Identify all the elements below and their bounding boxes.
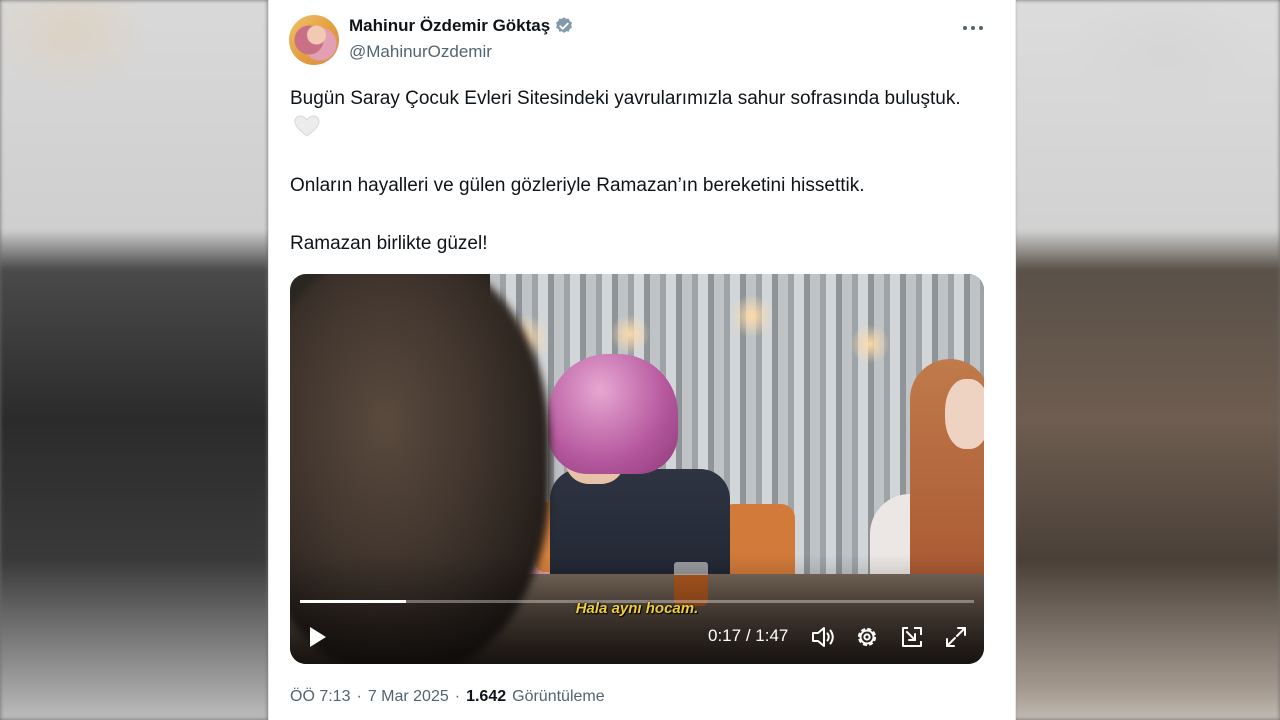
more-options-icon[interactable] xyxy=(961,18,985,38)
volume-icon xyxy=(812,627,834,647)
avatar[interactable] xyxy=(289,15,339,65)
white-heart-emoji xyxy=(294,115,320,137)
picture-in-picture-button[interactable] xyxy=(899,624,925,650)
tweet-paragraph-1: Bugün Saray Çocuk Evleri Sitesindeki yav… xyxy=(290,88,961,109)
views-label: Görüntüleme xyxy=(512,688,605,705)
fullscreen-icon xyxy=(946,627,966,647)
verified-badge-icon xyxy=(556,17,573,33)
tweet-text: Bugün Saray Çocuk Evleri Sitesindeki yav… xyxy=(290,84,980,258)
tweet-card: Mahinur Özdemir Göktaş @MahinurOzdemir B… xyxy=(268,0,1016,720)
video-time: 0:17 / 1:47 xyxy=(708,626,788,646)
play-button[interactable] xyxy=(304,624,330,650)
author-row: Mahinur Özdemir Göktaş xyxy=(349,16,574,36)
tweet-date[interactable]: 7 Mar 2025 xyxy=(368,688,449,706)
video-subtitle: Hala aynı hocam. xyxy=(575,600,699,617)
duration: 1:47 xyxy=(755,626,789,645)
settings-gear-icon xyxy=(857,627,877,647)
fullscreen-button[interactable] xyxy=(943,624,969,650)
meta-separator: · xyxy=(454,688,461,705)
time-separator: / xyxy=(745,626,751,645)
author-handle[interactable]: @MahinurOzdemir xyxy=(349,42,492,62)
tweet-time[interactable]: ÖÖ 7:13 xyxy=(290,688,350,706)
meta-separator: · xyxy=(356,688,362,705)
play-icon xyxy=(310,627,326,647)
volume-button[interactable] xyxy=(810,624,836,650)
blurred-background-right xyxy=(1014,0,1280,720)
settings-button[interactable] xyxy=(854,624,880,650)
tweet-paragraph-3: Ramazan birlikte güzel! xyxy=(290,233,488,254)
tweet-meta: ÖÖ 7:13 · 7 Mar 2025 · 1.642 Görüntüleme xyxy=(290,688,605,706)
picture-in-picture-icon xyxy=(902,627,922,647)
tweet-paragraph-2: Onların hayalleri ve gülen gözleriyle Ra… xyxy=(290,175,865,196)
video-player[interactable]: Hala aynı hocam. 0:17 / 1:47 xyxy=(290,274,984,664)
current-time: 0:17 xyxy=(708,626,742,645)
blurred-background-left xyxy=(0,0,268,720)
views-count: 1.642 xyxy=(466,688,507,705)
author-name[interactable]: Mahinur Özdemir Göktaş xyxy=(349,16,550,36)
